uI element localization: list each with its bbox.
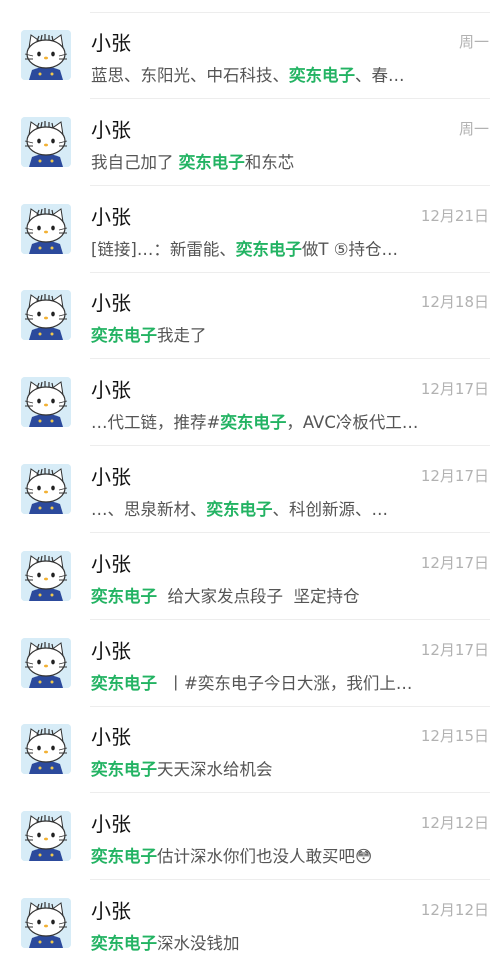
- snippet-text: 给大家发点段子 坚定持仓: [157, 586, 360, 606]
- message-time: 12月17日: [420, 467, 489, 485]
- conversation-item[interactable]: 小张 12月18日奕东电子我走了: [0, 273, 500, 360]
- snippet-text: 蓝思、东阳光、中石科技、: [91, 66, 289, 85]
- message-time: 周一: [458, 119, 489, 138]
- hello-kitty-avatar-icon: [21, 116, 71, 167]
- snippet-text: 、春…: [355, 66, 405, 85]
- search-keyword-highlight: 奕东电子: [235, 239, 302, 259]
- hello-kitty-avatar-icon: [21, 377, 71, 428]
- message-snippet: 奕东电子估计深水你们也没人敢买吧😳: [91, 843, 436, 867]
- avatar: [21, 724, 71, 775]
- snippet-text: ，AVC冷板代工…: [286, 413, 419, 433]
- hello-kitty-avatar-icon: [21, 30, 71, 80]
- avatar: [21, 203, 71, 254]
- contact-name: 小张: [91, 812, 131, 837]
- contact-name: 小张: [91, 465, 131, 489]
- snippet-text: 做T ⑤持仓…: [301, 239, 398, 259]
- search-keyword-highlight: 奕东电子: [289, 66, 355, 85]
- conversation-item[interactable]: 小张 周一我自己加了 奕东电子和东芯: [0, 100, 500, 186]
- message-snippet: 奕东电子 给大家发点段子 坚定持仓: [91, 583, 436, 607]
- conversation-item[interactable]: 小张 12月12日奕东电子估计深水你们也没人敢买吧😳: [0, 794, 500, 881]
- conversation-item[interactable]: 小张 周一蓝思、东阳光、中石科技、奕东电子、春…: [0, 13, 500, 99]
- conversation-item[interactable]: 小张 12月17日 …、思泉新材、奕东电子、科创新源、…: [0, 447, 500, 533]
- search-keyword-highlight: 奕东电子: [91, 934, 157, 953]
- message-snippet: [链接]…：新雷能、奕东电子做T ⑤持仓…: [91, 236, 436, 260]
- message-time: 12月21日: [420, 206, 489, 225]
- avatar: [21, 116, 71, 167]
- search-keyword-highlight: 奕东电子: [220, 413, 287, 433]
- hello-kitty-avatar-icon: [21, 203, 71, 254]
- search-keyword-highlight: 奕东电子: [91, 673, 157, 693]
- hello-kitty-avatar-icon: [21, 898, 71, 948]
- search-keyword-highlight: 奕东电子: [91, 326, 157, 346]
- avatar: [21, 377, 71, 428]
- conversation-item[interactable]: 小张 12月12日奕东电子深水没钱加: [0, 881, 500, 960]
- contact-name: 小张: [91, 725, 131, 750]
- snippet-text: [链接]…：新雷能、: [91, 239, 236, 259]
- message-time: 12月18日: [420, 293, 489, 312]
- contact-name: 小张: [91, 31, 131, 55]
- snippet-text: 和东芯: [244, 152, 295, 172]
- search-keyword-highlight: 奕东电子: [206, 500, 273, 519]
- conversation-item[interactable]: 小张 12月15日奕东电子天天深水给机会: [0, 707, 500, 794]
- contact-name: 小张: [91, 899, 131, 923]
- message-time: 12月17日: [420, 640, 489, 659]
- conversation-item[interactable]: 小张 12月21日 [链接]…：新雷能、奕东电子做T ⑤持仓…: [0, 187, 500, 273]
- conversation-item[interactable]: 小张 12月17日奕东电子 给大家发点段子 坚定持仓: [0, 534, 500, 620]
- avatar: [21, 550, 71, 601]
- hello-kitty-avatar-icon: [21, 290, 71, 341]
- message-snippet: 奕东电子深水没钱加: [91, 930, 436, 954]
- message-time: 12月12日: [420, 814, 489, 833]
- search-keyword-highlight: 奕东电子: [91, 760, 157, 780]
- snippet-text: …、思泉新材、: [91, 500, 207, 519]
- conversation-item[interactable]: 小张 12月17日 …代工链，推荐#奕东电子，AVC冷板代工…: [0, 360, 500, 447]
- message-time: 12月12日: [420, 901, 489, 919]
- snippet-text: 天天深水给机会: [157, 760, 273, 780]
- avatar: [21, 464, 71, 514]
- avatar: [21, 30, 71, 80]
- search-keyword-highlight: 奕东电子: [91, 586, 157, 606]
- snippet-text: 我自己加了: [91, 152, 179, 172]
- message-snippet: 我自己加了 奕东电子和东芯: [91, 149, 436, 173]
- message-time: 12月17日: [420, 553, 489, 572]
- search-keyword-highlight: 奕东电子: [91, 847, 157, 867]
- message-snippet: 奕东电子我走了: [91, 322, 436, 346]
- contact-name: 小张: [91, 638, 131, 663]
- hello-kitty-avatar-icon: [21, 464, 71, 514]
- message-time: 周一: [458, 33, 489, 51]
- message-time: 12月15日: [420, 727, 489, 746]
- conversation-item[interactable]: 小张 12月17日奕东电子 丨#奕东电子今日大涨，我们上…: [0, 621, 500, 707]
- snippet-text: 、科创新源、…: [272, 500, 389, 519]
- message-time: 12月17日: [420, 380, 489, 399]
- message-snippet: …代工链，推荐#奕东电子，AVC冷板代工…: [91, 409, 436, 433]
- snippet-text: 估计深水你们也没人敢买吧😳: [157, 847, 373, 867]
- contact-name: 小张: [91, 117, 131, 142]
- snippet-text: 我走了: [157, 326, 207, 346]
- contact-name: 小张: [91, 291, 131, 316]
- snippet-text: …代工链，推荐#: [91, 413, 221, 433]
- contact-name: 小张: [91, 378, 131, 403]
- avatar: [21, 811, 71, 862]
- search-keyword-highlight: 奕东电子: [178, 152, 245, 172]
- message-snippet: 蓝思、东阳光、中石科技、奕东电子、春…: [91, 62, 436, 86]
- hello-kitty-avatar-icon: [21, 637, 71, 688]
- avatar: [21, 637, 71, 688]
- contact-name: 小张: [91, 551, 131, 576]
- hello-kitty-avatar-icon: [21, 550, 71, 601]
- message-snippet: 奕东电子 丨#奕东电子今日大涨，我们上…: [91, 670, 436, 694]
- snippet-text: 丨#奕东电子今日大涨，我们上…: [157, 673, 413, 693]
- avatar: [21, 898, 71, 948]
- hello-kitty-avatar-icon: [21, 724, 71, 775]
- chat-search-results-list: 小张 周一 蓝思、东阳光、中石科技、奕东电子、春… 小张 周一 我自己加了 奕东电子和东…: [0, 0, 500, 960]
- avatar: [21, 290, 71, 341]
- message-snippet: 奕东电子天天深水给机会: [91, 756, 436, 780]
- contact-name: 小张: [91, 204, 131, 229]
- snippet-text: 深水没钱加: [157, 934, 240, 953]
- hello-kitty-avatar-icon: [21, 811, 71, 862]
- message-snippet: …、思泉新材、奕东电子、科创新源、…: [91, 496, 436, 520]
